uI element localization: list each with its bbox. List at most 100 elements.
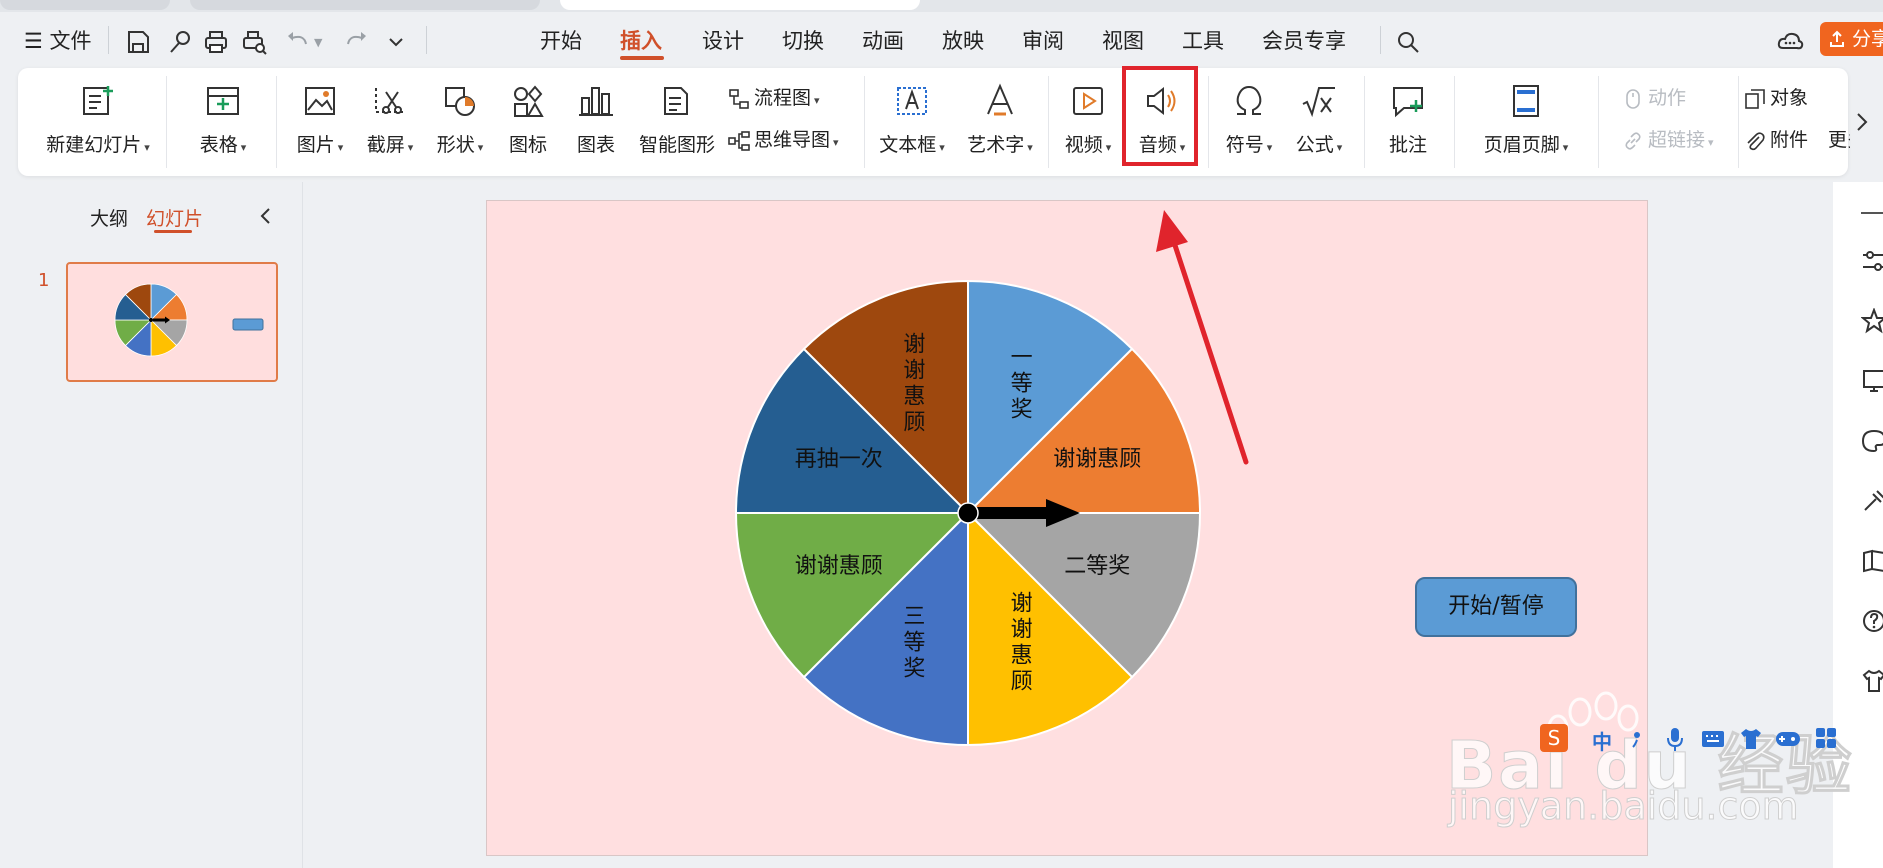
tab-view[interactable]: 视图	[1102, 26, 1144, 56]
search-icon[interactable]	[1394, 28, 1422, 56]
comment-button[interactable]: 批注	[1372, 68, 1444, 176]
textbox-label: 文本框	[879, 134, 937, 156]
pin-icon[interactable]	[166, 28, 194, 56]
action-button[interactable]: 动作	[1622, 82, 1686, 114]
active-tab-indicator	[620, 56, 664, 60]
wheel-segment-label: 谢谢惠顾	[1053, 447, 1141, 472]
tab-transition[interactable]: 切换	[782, 26, 824, 56]
symbol-button[interactable]: 符号 ▾	[1214, 68, 1284, 176]
wheel-segment-label: 再抽一次	[795, 447, 883, 472]
share-button[interactable]: 分享	[1820, 22, 1883, 56]
wheel-center-hub	[957, 502, 979, 524]
cloud-icon[interactable]	[1776, 28, 1804, 56]
star-icon[interactable]	[1861, 308, 1883, 334]
divider	[1208, 76, 1209, 168]
divider	[166, 76, 167, 168]
window-tab-active[interactable]	[560, 0, 920, 10]
symbol-label: 符号	[1225, 134, 1264, 156]
window-tab[interactable]	[190, 0, 540, 10]
smart-art-label: 智能图形	[638, 134, 715, 156]
ime-logo-icon[interactable]: S	[1540, 724, 1568, 752]
formula-button[interactable]: 公式 ▾	[1284, 68, 1354, 176]
comment-icon	[1393, 87, 1423, 118]
new-slide-button[interactable]: 新建幻灯片 ▾	[38, 68, 158, 176]
video-button[interactable]: 视频 ▾	[1052, 68, 1124, 176]
panel-collapse-icon[interactable]	[1861, 212, 1883, 214]
chevron-down-icon[interactable]	[382, 28, 410, 56]
more-label: 更多	[1828, 129, 1850, 151]
help-icon[interactable]	[1861, 608, 1883, 634]
wordart-label: 艺术字	[967, 134, 1025, 156]
table-button[interactable]: 表格 ▾	[178, 68, 268, 176]
microphone-icon[interactable]	[1666, 726, 1684, 752]
tab-home[interactable]: 开始	[540, 26, 582, 56]
redo-icon[interactable]	[342, 28, 370, 56]
tab-review[interactable]: 审阅	[1022, 26, 1064, 56]
shirt-icon[interactable]	[1861, 668, 1883, 694]
file-menu[interactable]: ☰ 文件	[24, 26, 92, 56]
picture-button[interactable]: 图片 ▾	[286, 68, 354, 176]
ime-punctuation-icon[interactable]	[1628, 728, 1646, 750]
tab-slideshow[interactable]: 放映	[942, 26, 984, 56]
mindmap-button[interactable]: 思维导图 ▾	[728, 124, 839, 156]
shape-button[interactable]: 形状 ▾	[426, 68, 494, 176]
slides-tab-indicator	[154, 230, 192, 233]
file-menu-label: 文件	[49, 29, 92, 53]
palette-icon[interactable]	[1861, 428, 1883, 454]
tools-icon[interactable]	[1861, 488, 1883, 514]
divider	[1598, 76, 1599, 168]
divider	[1364, 76, 1365, 168]
lottery-wheel[interactable]: 一等奖谢谢惠顾二等奖谢谢惠顾三等奖谢谢惠顾再抽一次谢谢惠顾	[728, 273, 1208, 753]
undo-icon[interactable]	[284, 28, 312, 56]
icon-label: 图标	[508, 134, 547, 156]
hyperlink-button[interactable]: 超链接 ▾	[1622, 124, 1714, 156]
header-footer-button[interactable]: 页眉页脚 ▾	[1466, 68, 1586, 176]
tab-slides[interactable]: 幻灯片	[146, 204, 203, 231]
print-icon[interactable]	[202, 28, 230, 56]
tab-member[interactable]: 会员专享	[1262, 26, 1346, 56]
smart-art-button[interactable]: 智能图形	[632, 68, 722, 176]
print-preview-icon[interactable]	[240, 28, 268, 56]
icon-button[interactable]: 图标	[496, 68, 560, 176]
object-button[interactable]: 对象	[1744, 82, 1808, 114]
watermark-url: jingyan.baidu.com	[1448, 784, 1800, 829]
chevron-right-icon[interactable]	[1852, 110, 1872, 134]
gamepad-icon[interactable]	[1774, 728, 1802, 750]
start-pause-button[interactable]: 开始/暂停	[1415, 577, 1577, 637]
wordart-button[interactable]: 艺术字 ▾	[958, 68, 1042, 176]
template-icon[interactable]	[1861, 368, 1883, 394]
chart-icon	[579, 87, 613, 116]
divider	[276, 76, 277, 168]
save-icon[interactable]	[124, 28, 152, 56]
window-tab[interactable]	[0, 0, 170, 10]
more-button[interactable]: 更多	[1828, 124, 1850, 156]
divider	[1048, 76, 1049, 168]
tab-insert[interactable]: 插入	[620, 26, 662, 56]
flowchart-button[interactable]: 流程图 ▾	[728, 82, 820, 114]
picture-icon	[305, 87, 335, 115]
thumbnail-wheel	[114, 283, 264, 357]
wheel-segment-label: 三等奖	[903, 604, 925, 681]
attachment-button[interactable]: 附件	[1744, 124, 1808, 156]
mindmap-label: 思维导图	[754, 129, 831, 151]
tab-tools[interactable]: 工具	[1182, 26, 1224, 56]
tab-animation[interactable]: 动画	[862, 26, 904, 56]
shirt-skin-icon[interactable]	[1738, 726, 1764, 752]
tab-outline[interactable]: 大纲	[90, 204, 128, 231]
slide-number: 1	[38, 270, 50, 291]
chart-button[interactable]: 图表	[564, 68, 628, 176]
wordart-icon	[987, 83, 1013, 116]
keyboard-icon[interactable]	[1700, 726, 1726, 752]
divider	[1738, 76, 1739, 168]
tab-design[interactable]: 设计	[702, 26, 744, 56]
screenshot-button[interactable]: 截屏 ▾	[356, 68, 424, 176]
textbox-button[interactable]: 文本框 ▾	[870, 68, 954, 176]
book-icon[interactable]	[1861, 548, 1883, 574]
comment-label: 批注	[1388, 134, 1427, 156]
settings-sliders-icon[interactable]	[1861, 248, 1883, 274]
collapse-panel-icon[interactable]	[256, 204, 276, 228]
slide-thumbnail[interactable]	[66, 262, 278, 382]
undo-dropdown-icon[interactable]: ▼	[314, 36, 322, 49]
grid-apps-icon[interactable]	[1814, 726, 1838, 750]
ime-chinese-mode-icon[interactable]: 中	[1592, 726, 1612, 755]
